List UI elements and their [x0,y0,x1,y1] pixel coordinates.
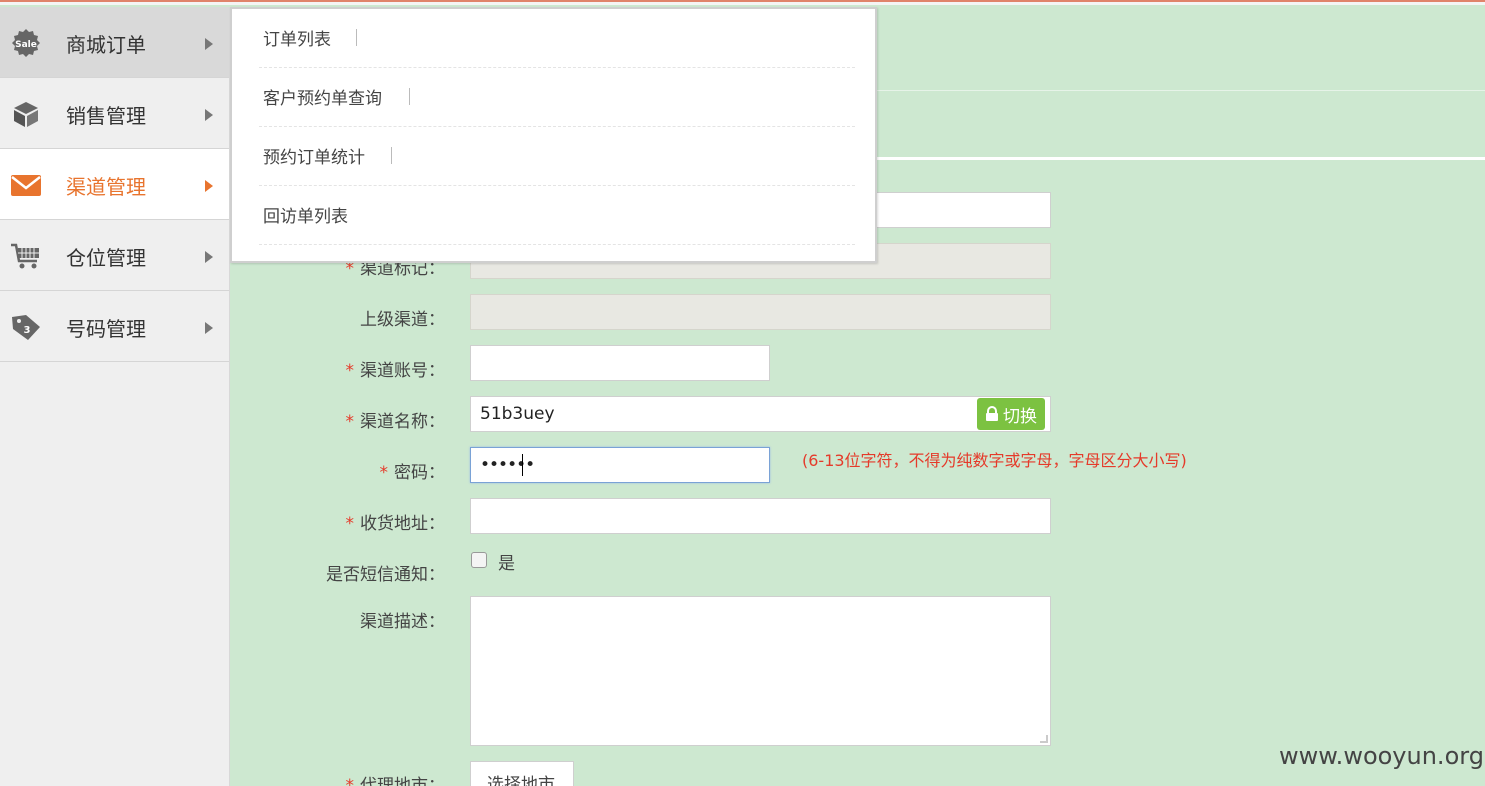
required-mark: * [379,463,389,483]
required-mark: * [345,361,355,381]
top-rule [0,0,1485,5]
parent-channel-label: 上级渠道： [225,305,445,330]
password-label: * 密码： [225,458,446,483]
channel-account-label: * 渠道账号： [225,356,446,381]
password-hint: (6-13位字符，不得为纯数字或字母，字母区分大小写) [802,451,1187,470]
submenu-item-reservation-query[interactable]: 客户预约单查询 [259,68,855,127]
sidebar-item-label: 销售管理 [66,104,146,128]
sidebar-item-channel-management[interactable]: 渠道管理 [0,149,229,220]
label-text: 渠道描述： [360,612,445,632]
svg-text:3: 3 [24,325,31,336]
sale-icon: Sale [12,29,40,57]
tag-icon: 3 [12,315,40,340]
required-mark: * [345,514,355,534]
password-input[interactable]: •••••• [470,447,770,483]
submenu-item-label: 客户预约单查询 [263,89,382,109]
chevron-right-icon [205,109,213,121]
chevron-right-icon [205,251,213,263]
submenu-item-callback-list[interactable]: 回访单列表 [259,186,855,245]
channel-name-value: 51b3uey [480,404,555,424]
description-label: 渠道描述： [225,607,445,632]
sidebar: Sale 商城订单 销售管理 渠道管理 仓位管理 3 号码管理 [0,7,230,786]
watermark: www.wooyun.org [1279,742,1484,770]
sidebar-item-label: 号码管理 [66,317,146,341]
sidebar-item-sales-management[interactable]: 销售管理 [0,78,229,149]
submenu-item-label: 订单列表 [263,30,331,50]
resize-handle[interactable] [1040,735,1048,743]
sidebar-item-mall-orders[interactable]: Sale 商城订单 [0,7,229,78]
label-text: 收货地址： [360,514,445,534]
switch-button[interactable]: 切换 [977,398,1045,430]
chevron-right-icon [205,38,213,50]
chevron-right-icon [205,180,213,192]
sidebar-item-label: 渠道管理 [66,175,146,199]
envelope-icon [11,175,41,196]
select-city-button[interactable]: 选择地市 [470,761,574,786]
separator [409,88,410,105]
label-text: 渠道名称： [360,412,445,432]
text-caret [522,454,523,476]
chevron-right-icon [205,322,213,334]
required-mark: * [345,412,355,432]
submenu-popup: 订单列表 客户预约单查询 预约订单统计 回访单列表 [230,7,877,263]
sidebar-item-warehouse-management[interactable]: 仓位管理 [0,220,229,291]
cart-icon [11,243,39,269]
required-mark: * [345,776,355,786]
password-value: •••••• [480,455,535,475]
lock-icon [986,406,998,421]
submenu-item-label: 回访单列表 [263,207,348,227]
submenu-item-reservation-stats[interactable]: 预约订单统计 [259,127,855,186]
submenu-item-order-list[interactable]: 订单列表 [259,9,855,68]
submenu-item-label: 预约订单统计 [263,148,365,168]
label-text: 上级渠道： [360,310,445,330]
channel-name-label: * 渠道名称： [225,407,446,432]
switch-button-label: 切换 [1003,406,1037,427]
header-divider [875,90,1485,91]
sms-notify-checkbox[interactable] [471,552,487,568]
sms-notify-label: 是否短信通知： [225,560,445,585]
separator [356,29,357,46]
sidebar-item-number-management[interactable]: 3 号码管理 [0,291,229,362]
label-text: 密码： [394,463,445,483]
parent-channel-field [470,294,1051,330]
channel-code-field[interactable] [870,192,1051,228]
description-textarea[interactable] [470,596,1051,746]
address-input[interactable] [470,498,1051,534]
box-icon [14,102,38,127]
sms-notify-option-label: 是 [498,554,515,574]
sidebar-item-label: 仓位管理 [66,246,146,270]
separator [391,147,392,164]
header-divider [875,157,1485,160]
svg-text:Sale: Sale [15,40,37,50]
channel-name-input[interactable]: 51b3uey [470,396,1051,432]
address-label: * 收货地址： [225,509,446,534]
label-text: 代理地市： [360,776,445,786]
sidebar-item-label: 商城订单 [66,33,146,57]
label-text: 渠道账号： [360,361,445,381]
agent-city-label: * 代理地市： [225,771,446,786]
channel-account-input[interactable] [470,345,770,381]
label-text: 是否短信通知： [326,565,445,585]
